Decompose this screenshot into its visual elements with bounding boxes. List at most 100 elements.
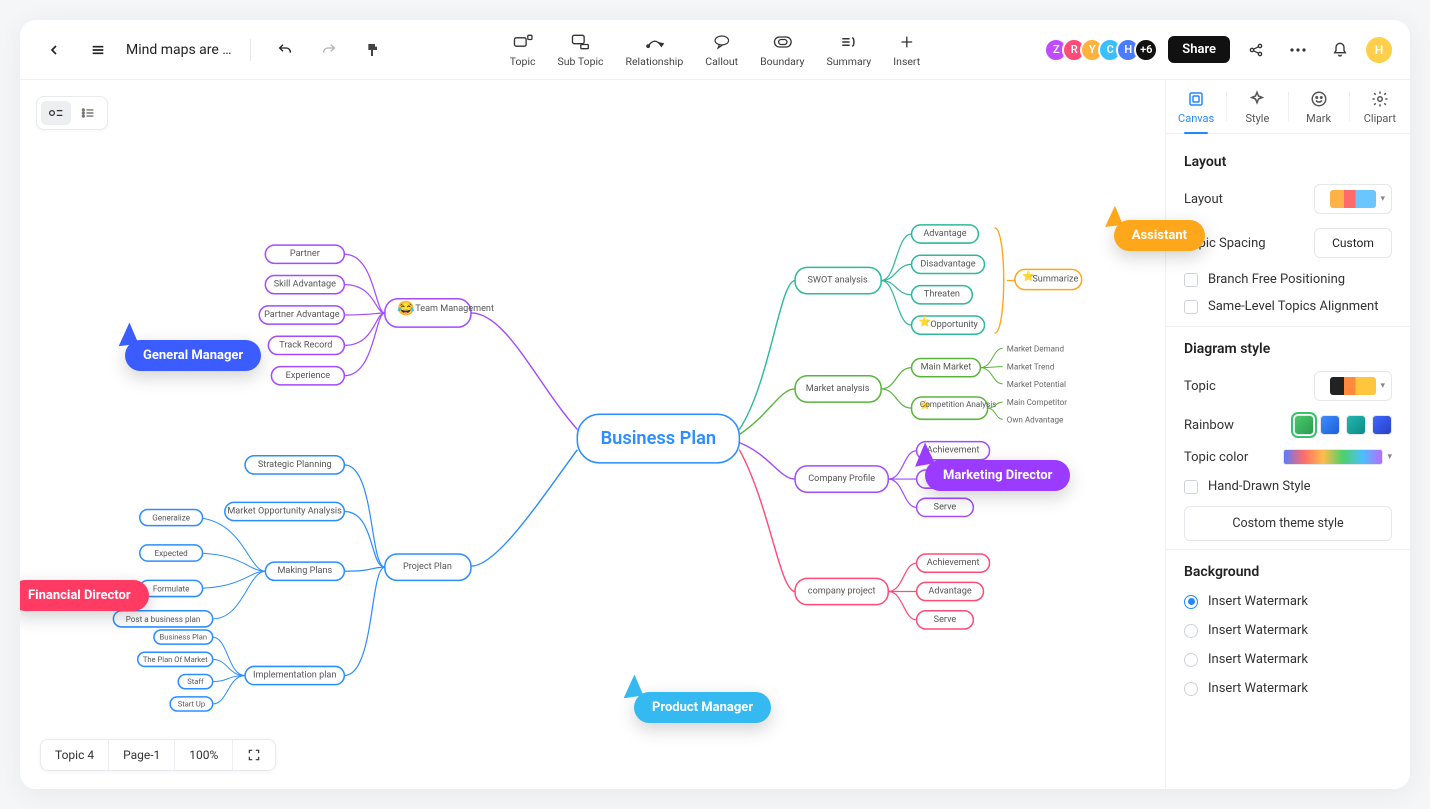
svg-text:Business Plan: Business Plan — [601, 428, 716, 449]
view-outline[interactable] — [73, 101, 103, 125]
tool-subtopic[interactable]: Sub Topic — [558, 32, 604, 68]
menu-button[interactable] — [82, 34, 114, 66]
tab-clipart[interactable]: Clipart — [1350, 80, 1410, 133]
status-topic[interactable]: Topic 4 — [41, 740, 109, 770]
radio-watermark-3[interactable]: Insert Watermark — [1184, 652, 1392, 667]
svg-text:Market analysis: Market analysis — [806, 384, 870, 394]
svg-text:Market Potential: Market Potential — [1007, 379, 1066, 389]
swatch-1[interactable] — [1294, 415, 1314, 435]
svg-text:Making Plans: Making Plans — [277, 566, 332, 576]
svg-text:Formulate: Formulate — [153, 583, 190, 593]
radio-watermark-1[interactable]: Insert Watermark — [1184, 594, 1392, 609]
document-title[interactable]: Mind maps are … — [126, 42, 232, 58]
tab-mark[interactable]: Mark — [1289, 80, 1349, 133]
svg-text:Expected: Expected — [155, 548, 188, 558]
svg-text:Skill Advantage: Skill Advantage — [274, 280, 336, 290]
tab-label: Style — [1245, 112, 1269, 125]
tool-callout[interactable]: Callout — [705, 32, 738, 68]
radio-watermark-2[interactable]: Insert Watermark — [1184, 623, 1392, 638]
svg-text:Post a business plan: Post a business plan — [126, 614, 201, 624]
layout-dropdown[interactable]: ▾ — [1314, 184, 1392, 214]
tab-label: Mark — [1306, 112, 1331, 125]
status-page[interactable]: Page-1 — [109, 740, 175, 770]
properties-panel: Canvas Style Mark Clipart — [1165, 80, 1410, 789]
svg-text:Advantage: Advantage — [923, 229, 966, 239]
tab-label: Clipart — [1364, 112, 1396, 125]
boundary-icon — [772, 32, 792, 52]
rainbow-label: Rainbow — [1184, 418, 1234, 433]
tool-label: Summary — [827, 55, 872, 68]
tab-canvas[interactable]: Canvas — [1166, 80, 1226, 133]
collaborator-avatars[interactable]: Z R Y C H +6 — [1050, 38, 1158, 62]
tool-label: Topic — [510, 55, 536, 68]
tool-label: Boundary — [760, 55, 804, 68]
tab-style[interactable]: Style — [1227, 80, 1287, 133]
section-layout-title: Layout — [1184, 154, 1392, 170]
swatch-3[interactable] — [1346, 415, 1366, 435]
cursor-general-manager: General Manager — [125, 340, 261, 371]
tool-insert[interactable]: Insert — [893, 32, 920, 68]
svg-text:Summarize: Summarize — [1032, 275, 1078, 285]
subtopic-icon — [571, 32, 591, 52]
more-icon[interactable] — [1282, 34, 1314, 66]
topic-style-dropdown[interactable]: ▾ — [1314, 371, 1392, 401]
svg-text:Business Plan: Business Plan — [160, 633, 208, 642]
svg-text:Advantage: Advantage — [928, 586, 971, 596]
cursor-financial-director: Financial Director — [20, 580, 149, 611]
tool-topic[interactable]: Topic — [510, 32, 536, 68]
view-mindmap[interactable] — [41, 101, 71, 125]
redo-button[interactable] — [313, 34, 345, 66]
canvas-icon — [1187, 90, 1205, 108]
svg-text:Achievement: Achievement — [927, 558, 980, 568]
share-button[interactable]: Share — [1168, 36, 1230, 63]
bell-icon[interactable] — [1324, 34, 1356, 66]
undo-button[interactable] — [269, 34, 301, 66]
relationship-icon — [644, 32, 664, 52]
svg-text:Main Competitor: Main Competitor — [1007, 397, 1068, 407]
svg-text:Partner Advantage: Partner Advantage — [264, 310, 340, 320]
canvas[interactable]: Business Plan Team Management 😂 Partner … — [20, 80, 1165, 789]
custom-theme-button[interactable]: Costom theme style — [1184, 506, 1392, 541]
tool-label: Callout — [705, 55, 738, 68]
plus-icon — [897, 32, 917, 52]
status-zoom[interactable]: 100% — [175, 740, 233, 770]
tool-boundary[interactable]: Boundary — [760, 32, 804, 68]
swatch-4[interactable] — [1372, 415, 1392, 435]
swatch-2[interactable] — [1320, 415, 1340, 435]
summary-icon — [839, 32, 859, 52]
checkbox-hand-drawn[interactable]: Hand-Drawn Style — [1184, 479, 1392, 494]
avatar-more[interactable]: +6 — [1134, 38, 1158, 62]
svg-text:Project Plan: Project Plan — [403, 562, 452, 572]
svg-text:Track Record: Track Record — [279, 340, 332, 350]
checkbox-same-level[interactable]: Same-Level Topics Alignment — [1184, 299, 1392, 314]
radio-watermark-4[interactable]: Insert Watermark — [1184, 681, 1392, 696]
svg-text:Start Up: Start Up — [178, 699, 205, 708]
topic-color-picker[interactable] — [1283, 449, 1383, 465]
mindmap-svg: Business Plan Team Management 😂 Partner … — [20, 80, 1165, 789]
fullscreen-button[interactable] — [233, 740, 275, 770]
topic-color-label: Topic color — [1184, 450, 1248, 465]
tool-label: Relationship — [626, 55, 684, 68]
svg-text:SWOT analysis: SWOT analysis — [807, 276, 868, 286]
status-bar: Topic 4 Page-1 100% — [40, 739, 276, 771]
tool-label: Sub Topic — [558, 55, 604, 68]
svg-text:Implementation plan: Implementation plan — [253, 671, 336, 681]
spacing-dropdown[interactable]: Custom — [1314, 228, 1392, 258]
back-button[interactable] — [38, 34, 70, 66]
callout-icon — [712, 32, 732, 52]
svg-text:Staff: Staff — [187, 677, 204, 686]
current-user-avatar[interactable]: H — [1366, 37, 1392, 63]
top-toolbar: Mind maps are … Topic Sub Topic — [20, 20, 1410, 80]
svg-text:company project: company project — [808, 586, 876, 596]
cursor-marketing-director: Marketing Director — [925, 460, 1070, 491]
svg-text:Team Management: Team Management — [415, 304, 494, 314]
svg-text:Own Advantage: Own Advantage — [1007, 414, 1064, 424]
svg-text:Partner: Partner — [290, 249, 320, 259]
svg-text:Company Profile: Company Profile — [808, 474, 875, 484]
tool-relationship[interactable]: Relationship — [626, 32, 684, 68]
tool-label: Insert — [893, 55, 920, 68]
share-link-icon[interactable] — [1240, 34, 1272, 66]
format-painter-button[interactable] — [357, 34, 389, 66]
tool-summary[interactable]: Summary — [827, 32, 872, 68]
checkbox-branch-free[interactable]: Branch Free Positioning — [1184, 272, 1392, 287]
